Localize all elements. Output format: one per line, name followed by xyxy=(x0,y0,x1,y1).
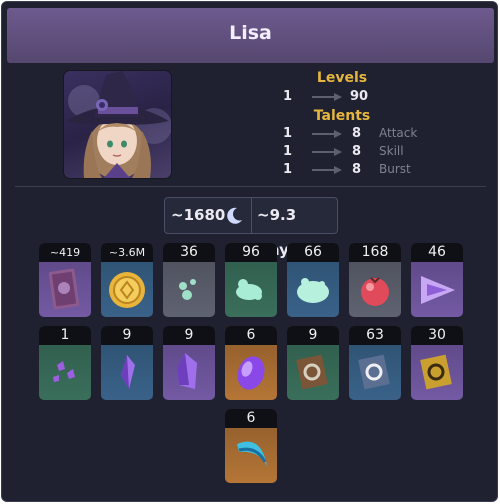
material-count: 9 xyxy=(101,326,153,345)
character-portrait xyxy=(63,70,172,179)
material-dvalins-claw: 6 xyxy=(225,409,277,483)
resin-total: ~1680 xyxy=(171,206,226,224)
material-count: ~3.6M xyxy=(101,243,153,262)
vajrada-amethyst-chunk-icon xyxy=(177,353,197,389)
teachings-of-ballad-icon xyxy=(296,354,328,390)
talents-heading: Talents xyxy=(313,108,371,124)
valberry-icon xyxy=(361,277,389,306)
resin-summary: ~1680 ~9.3 Days xyxy=(164,197,338,259)
talent-row-skill: 1 8 Skill xyxy=(272,144,442,160)
talent-label: Burst xyxy=(379,162,411,176)
material-lightning-prism: 46 xyxy=(411,243,463,317)
exp-book-icon xyxy=(48,268,80,310)
material-amethyst-gemstone: 6 xyxy=(225,326,277,400)
arrow-right-icon xyxy=(312,130,342,138)
arrow-right-icon xyxy=(312,166,342,174)
section-divider xyxy=(15,186,486,187)
material-count: 63 xyxy=(349,326,401,345)
character-card: Lisa Levels 1 90 Talents 1 8 Attack 1 8 … xyxy=(1,1,498,502)
level-to: 90 xyxy=(350,89,369,104)
talent-row-burst: 1 8 Burst xyxy=(272,162,442,178)
material-amethyst-chunk: 9 xyxy=(163,326,215,400)
vajrada-amethyst-fragment-icon xyxy=(121,355,135,389)
lightning-prism-icon xyxy=(421,276,455,304)
guide-to-ballad-icon xyxy=(358,354,390,390)
material-count: 9 xyxy=(163,326,215,345)
levels-row: 1 90 xyxy=(272,89,442,105)
talent-label: Skill xyxy=(379,144,404,158)
talent-row-attack: 1 8 Attack xyxy=(272,126,442,142)
material-slime-secretions: 96 xyxy=(225,243,277,317)
material-mora: ~3.6M xyxy=(101,243,153,317)
talent-to: 8 xyxy=(352,144,362,159)
talent-from: 1 xyxy=(283,144,293,159)
vajrada-amethyst-gemstone-icon xyxy=(237,356,265,390)
material-exp-book: ~419 xyxy=(39,243,91,317)
material-valberry: 168 xyxy=(349,243,401,317)
material-amethyst-fragment: 9 xyxy=(101,326,153,400)
material-teachings-ballad: 9 xyxy=(287,326,339,400)
talent-to: 8 xyxy=(352,126,362,141)
dvalins-claw-icon xyxy=(237,441,267,466)
material-count: 1 xyxy=(39,326,91,345)
vajrada-amethyst-sliver-icon xyxy=(53,361,75,382)
crescent-moon-icon xyxy=(227,207,242,224)
summary-separator xyxy=(251,198,252,233)
material-philosophies-ballad: 30 xyxy=(411,326,463,400)
material-amethyst-sliver: 1 xyxy=(39,326,91,400)
material-slime-condensate: 36 xyxy=(163,243,215,317)
material-count: 168 xyxy=(349,243,401,262)
philosophies-of-ballad-icon xyxy=(420,354,452,390)
material-count: 9 xyxy=(287,326,339,345)
character-name: Lisa xyxy=(229,22,272,44)
arrow-right-icon xyxy=(312,93,342,101)
mora-coin-icon xyxy=(109,272,145,308)
talent-to: 8 xyxy=(352,162,362,177)
slime-secretions-icon xyxy=(236,279,262,300)
material-count: 46 xyxy=(411,243,463,262)
material-count: 96 xyxy=(225,243,277,262)
material-count: 66 xyxy=(287,243,339,262)
levels-heading: Levels xyxy=(316,70,368,86)
days-estimate: ~9.3 Days xyxy=(257,206,298,259)
material-count: 36 xyxy=(163,243,215,262)
slime-condensate-icon xyxy=(179,279,196,300)
talent-from: 1 xyxy=(283,162,293,177)
material-count: 6 xyxy=(225,326,277,345)
talent-from: 1 xyxy=(283,126,293,141)
material-slime-concentrate: 66 xyxy=(287,243,339,317)
material-count: 30 xyxy=(411,326,463,345)
material-count: 6 xyxy=(225,409,277,428)
material-guide-ballad: 63 xyxy=(349,326,401,400)
level-from: 1 xyxy=(283,89,293,104)
slime-concentrate-icon xyxy=(297,278,329,303)
card-header: Lisa xyxy=(7,8,494,63)
material-count: ~419 xyxy=(39,243,91,262)
arrow-right-icon xyxy=(312,148,342,156)
talent-label: Attack xyxy=(379,126,418,140)
